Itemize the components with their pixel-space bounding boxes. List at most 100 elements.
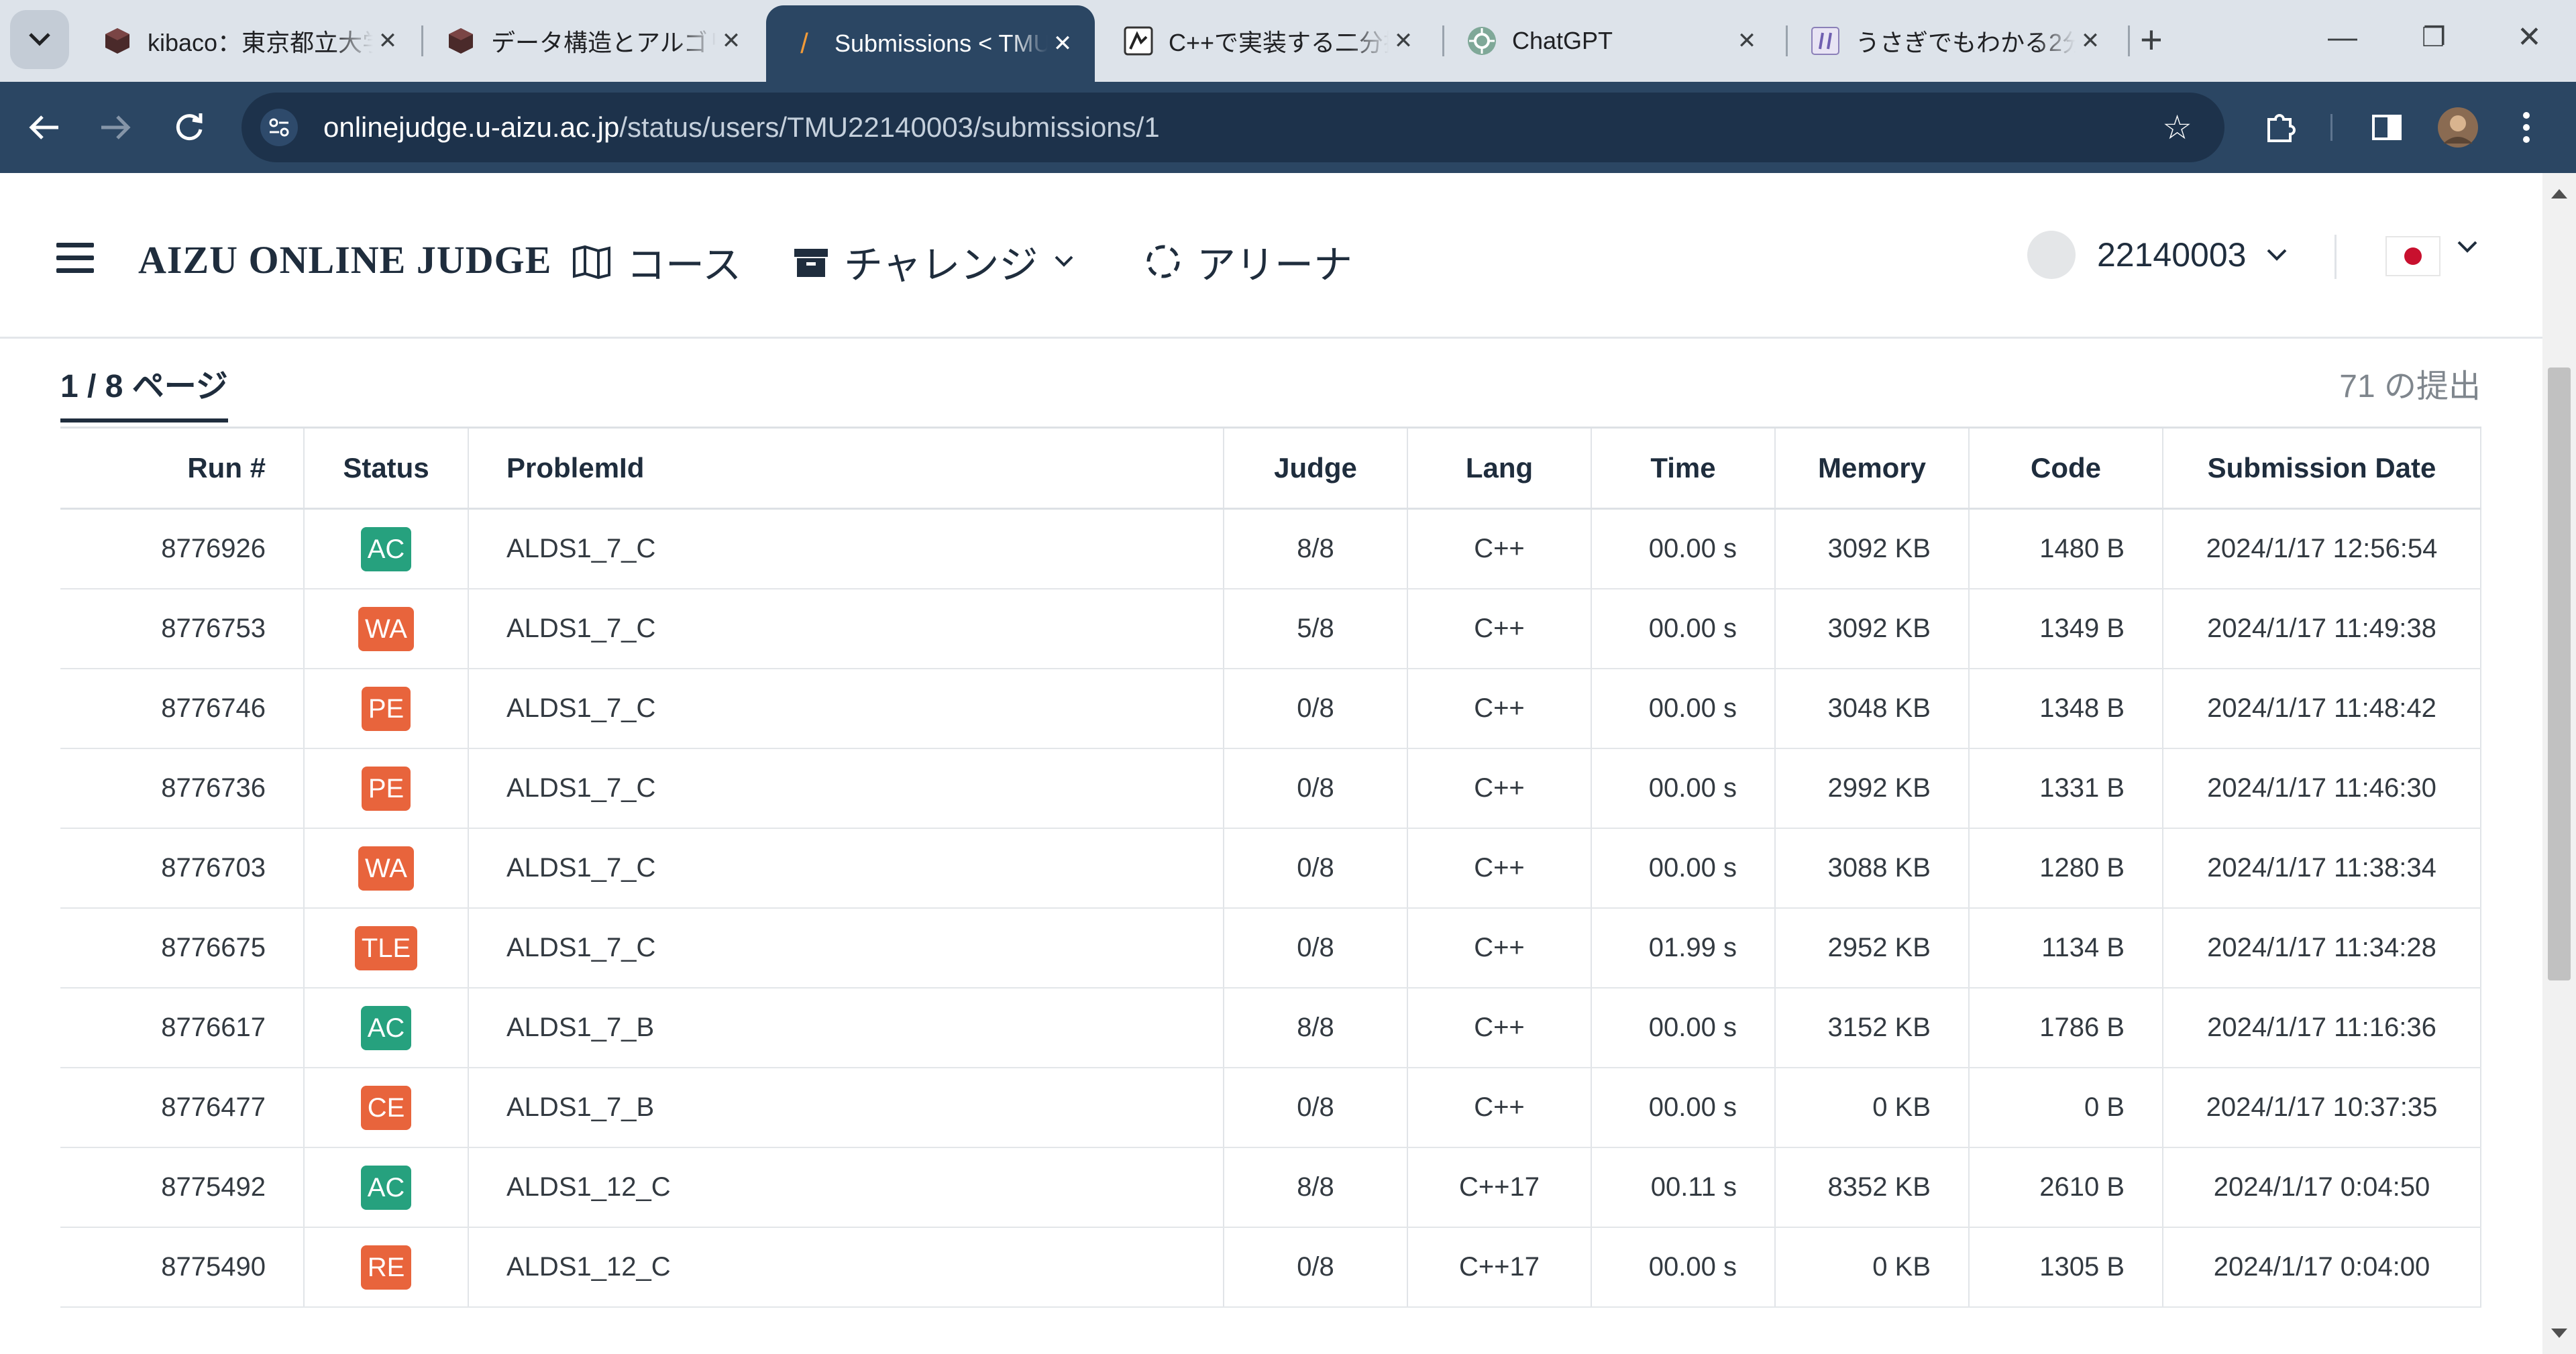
- table-row[interactable]: 8776617 AC ALDS1_7_B 8/8 C++ 00.00 s 3152 KB 17…: [60, 988, 2481, 1068]
- table-row[interactable]: 8776746 PE ALDS1_7_C 0/8 C++ 00.00 s 3048 KB 13…: [60, 669, 2481, 749]
- column-header-status[interactable]: Status: [303, 427, 468, 510]
- problem-id[interactable]: ALDS1_7_C: [468, 508, 1224, 589]
- problem-id[interactable]: ALDS1_12_C: [468, 1147, 1224, 1228]
- page-indicator[interactable]: 1 / 8 ページ: [60, 359, 228, 406]
- browser-tab[interactable]: ChatGPT ✕: [1444, 9, 1779, 72]
- menu-kebab-icon[interactable]: [2513, 105, 2540, 150]
- judge-result: 0/8: [1223, 669, 1407, 749]
- column-header-code[interactable]: Code: [1968, 427, 2163, 510]
- memory-usage: 3048 KB: [1774, 669, 1969, 749]
- column-header-judge[interactable]: Judge: [1223, 427, 1407, 510]
- judge-result: 0/8: [1223, 908, 1407, 989]
- tab-search-button[interactable]: [10, 10, 69, 69]
- run-number[interactable]: 8776703: [60, 828, 304, 909]
- table-row[interactable]: 8775492 AC ALDS1_12_C 8/8 C++17 00.11 s 8352 K…: [60, 1147, 2481, 1228]
- extensions-icon[interactable]: [2259, 105, 2300, 150]
- minimize-button[interactable]: —: [2328, 17, 2357, 58]
- status-badge[interactable]: CE: [360, 1085, 412, 1130]
- close-icon[interactable]: ✕: [716, 26, 746, 56]
- profile-avatar[interactable]: [2435, 105, 2481, 150]
- table-row[interactable]: 8776675 TLE ALDS1_7_C 0/8 C++ 01.99 s 2952 KB 1…: [60, 908, 2481, 989]
- nav-course-label: コース: [627, 243, 742, 287]
- status-badge[interactable]: PE: [361, 766, 411, 811]
- browser-tab-active[interactable]: / Submissions < TMU22140003 ✕: [766, 5, 1095, 82]
- close-icon[interactable]: ✕: [1048, 29, 1077, 58]
- run-number[interactable]: 8776753: [60, 589, 304, 669]
- bookmark-star-icon[interactable]: ☆: [2162, 110, 2192, 145]
- chevron-down-icon[interactable]: [2457, 240, 2478, 253]
- slash-icon: /: [800, 27, 808, 59]
- status-badge[interactable]: RE: [360, 1245, 412, 1290]
- address-bar[interactable]: onlinejudge.u-aizu.ac.jp/status/users/TM…: [241, 93, 2224, 162]
- nav-challenge[interactable]: チャレンジ: [793, 233, 1074, 290]
- run-number[interactable]: 8775492: [60, 1147, 304, 1228]
- close-icon[interactable]: ✕: [1732, 26, 1762, 56]
- close-icon[interactable]: ✕: [373, 26, 402, 56]
- problem-id[interactable]: ALDS1_12_C: [468, 1227, 1224, 1308]
- browser-tab[interactable]: データ構造とアルゴリズム ✕: [423, 9, 763, 72]
- browser-tab[interactable]: C++で実装する二分探索木 ✕: [1100, 9, 1436, 72]
- table-row[interactable]: 8776736 PE ALDS1_7_C 0/8 C++ 00.00 s 2992 KB 13…: [60, 748, 2481, 829]
- user-menu[interactable]: 22140003: [2027, 231, 2288, 279]
- hamburger-menu-icon[interactable]: [56, 243, 94, 273]
- nav-arena[interactable]: アリーナ: [1144, 233, 1352, 290]
- table-row[interactable]: 8776753 WA ALDS1_7_C 5/8 C++ 00.00 s 3092 KB 13…: [60, 589, 2481, 669]
- page-scrollbar[interactable]: [2542, 173, 2576, 1354]
- column-header-problem[interactable]: ProblemId: [468, 427, 1224, 510]
- problem-id[interactable]: ALDS1_7_C: [468, 748, 1224, 829]
- run-number[interactable]: 8775490: [60, 1227, 304, 1308]
- run-number[interactable]: 8776736: [60, 748, 304, 829]
- status-badge[interactable]: AC: [360, 1165, 412, 1210]
- browser-tab[interactable]: うさぎでもわかる2分探索木 ✕: [1787, 9, 2123, 72]
- table-row[interactable]: 8776703 WA ALDS1_7_C 0/8 C++ 00.00 s 3088 KB 12…: [60, 828, 2481, 909]
- problem-id[interactable]: ALDS1_7_C: [468, 828, 1224, 909]
- judge-result: 8/8: [1223, 508, 1407, 589]
- scrollbar-thumb[interactable]: [2548, 368, 2571, 980]
- scroll-down-arrow-icon[interactable]: [2551, 1329, 2567, 1338]
- tab-title: うさぎでもわかる2分探索木: [1856, 29, 2076, 56]
- run-number[interactable]: 8776617: [60, 988, 304, 1068]
- close-icon[interactable]: ✕: [1389, 26, 1418, 56]
- side-panel-icon[interactable]: [2367, 105, 2407, 150]
- site-logo[interactable]: AIZU ONLINE JUDGE: [138, 237, 551, 282]
- japan-flag-icon[interactable]: [2385, 236, 2440, 276]
- submission-date: 2024/1/17 11:48:42: [2162, 669, 2481, 749]
- status-badge[interactable]: PE: [361, 686, 411, 731]
- site-info-icon[interactable]: [260, 109, 298, 146]
- status-badge[interactable]: WA: [358, 846, 414, 891]
- table-row[interactable]: 8776477 CE ALDS1_7_B 0/8 C++ 00.00 s0 KB 0 B 20…: [60, 1068, 2481, 1148]
- column-header-lang[interactable]: Lang: [1407, 427, 1591, 510]
- browser-tab-strip: kibaco：東京都立大学 ✕ データ構造とアルゴリズム ✕ / Submiss…: [0, 0, 2576, 82]
- reload-button[interactable]: [165, 103, 213, 152]
- status-badge[interactable]: AC: [360, 526, 412, 571]
- restore-button[interactable]: ❐: [2422, 17, 2446, 58]
- run-number[interactable]: 8776675: [60, 908, 304, 989]
- forward-button[interactable]: [91, 103, 140, 152]
- table-row[interactable]: 8776926 AC ALDS1_7_C 8/8 C++ 00.00 s 3092 KB 14…: [60, 508, 2481, 589]
- back-button[interactable]: [20, 103, 68, 152]
- column-header-run[interactable]: Run #: [60, 427, 304, 510]
- user-avatar: [2027, 231, 2076, 279]
- close-icon[interactable]: ✕: [2076, 26, 2105, 56]
- run-number[interactable]: 8776746: [60, 669, 304, 749]
- column-header-memory[interactable]: Memory: [1774, 427, 1969, 510]
- column-header-time[interactable]: Time: [1591, 427, 1775, 510]
- status-badge[interactable]: WA: [358, 606, 414, 651]
- new-tab-button[interactable]: +: [2140, 20, 2163, 60]
- status-badge[interactable]: TLE: [354, 925, 418, 970]
- run-number[interactable]: 8776926: [60, 508, 304, 589]
- scroll-up-arrow-icon[interactable]: [2551, 189, 2567, 199]
- problem-id[interactable]: ALDS1_7_C: [468, 908, 1224, 989]
- problem-id[interactable]: ALDS1_7_C: [468, 669, 1224, 749]
- table-row[interactable]: 8775490 RE ALDS1_12_C 0/8 C++17 00.00 s0 KB 13…: [60, 1227, 2481, 1308]
- problem-id[interactable]: ALDS1_7_C: [468, 589, 1224, 669]
- column-header-date[interactable]: Submission Date: [2162, 427, 2481, 510]
- browser-tab[interactable]: kibaco：東京都立大学 ✕: [79, 9, 420, 72]
- nav-arena-label: アリーナ: [1197, 243, 1353, 287]
- problem-id[interactable]: ALDS1_7_B: [468, 988, 1224, 1068]
- problem-id[interactable]: ALDS1_7_B: [468, 1068, 1224, 1148]
- close-window-button[interactable]: ✕: [2517, 17, 2542, 58]
- status-badge[interactable]: AC: [360, 1005, 412, 1050]
- run-number[interactable]: 8776477: [60, 1068, 304, 1148]
- nav-course[interactable]: コース: [572, 233, 741, 290]
